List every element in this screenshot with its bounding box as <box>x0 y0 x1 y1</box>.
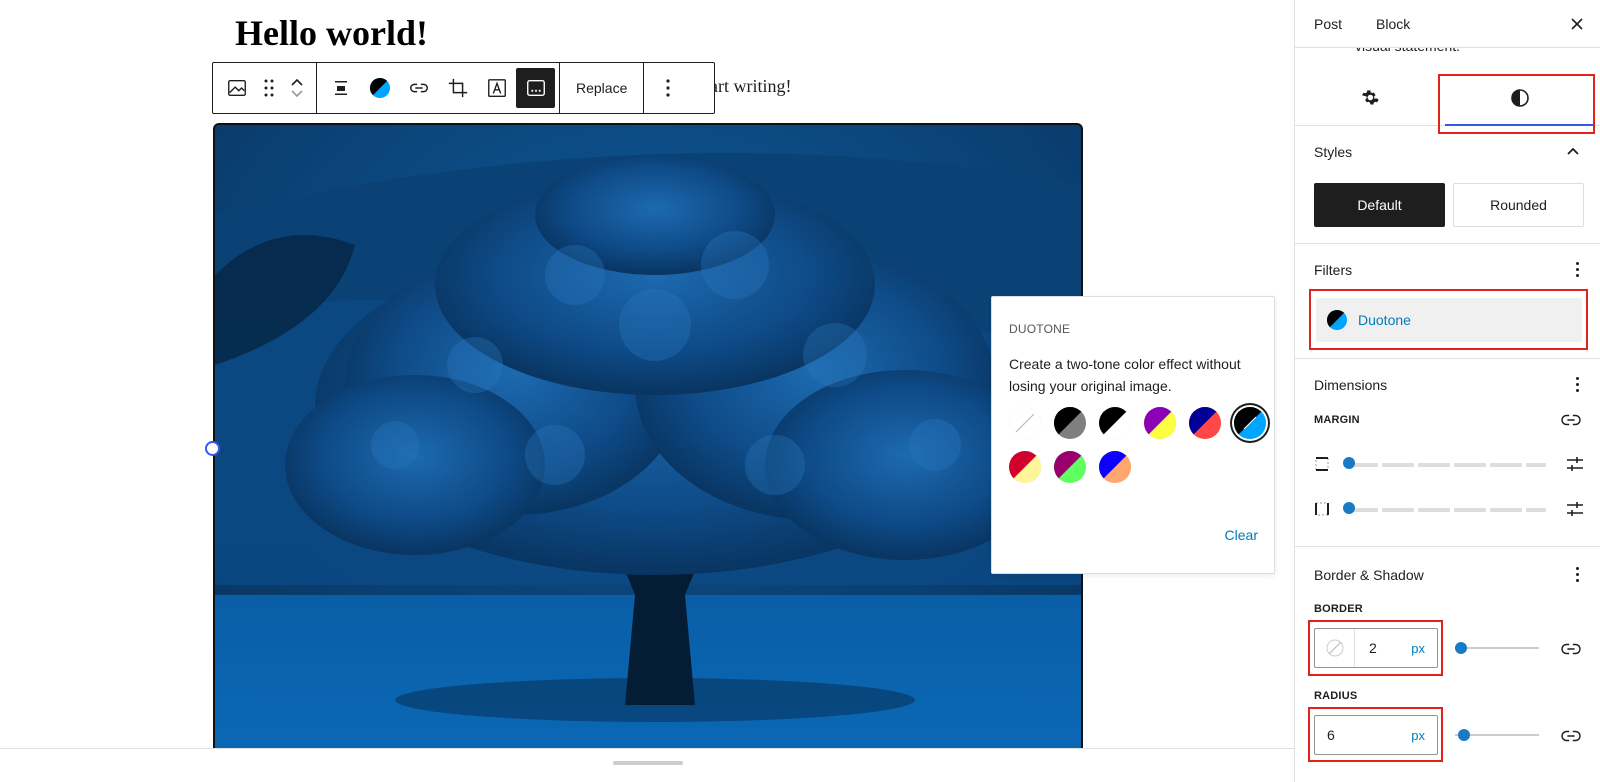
margin-top-custom-icon[interactable] <box>1566 456 1584 472</box>
resize-drag-handle[interactable] <box>613 761 683 765</box>
replace-button[interactable]: Replace <box>564 68 639 108</box>
chevron-up-icon[interactable] <box>1566 146 1580 156</box>
border-link-sides-icon[interactable] <box>1560 640 1582 658</box>
duotone-swatch[interactable] <box>1234 407 1266 439</box>
tab-settings[interactable] <box>1295 70 1445 126</box>
radius-unit[interactable]: px <box>1411 728 1425 743</box>
editor-canvas: Hello world! tart writing! Replace DUOTO… <box>0 0 1294 748</box>
duotone-swatch-icon <box>1327 310 1347 330</box>
margin-bottom-custom-icon[interactable] <box>1566 501 1584 517</box>
block-inspector-tabs <box>1295 70 1600 126</box>
block-toolbar: Replace <box>212 62 715 114</box>
caption-icon[interactable] <box>516 68 555 108</box>
divider <box>1295 358 1600 359</box>
divider <box>1295 546 1600 547</box>
paragraph-block[interactable]: tart writing! <box>705 76 791 97</box>
radius-value: 6 <box>1327 727 1335 743</box>
border-width-slider[interactable] <box>1455 638 1539 658</box>
duotone-description: Create a two-tone color effect without l… <box>1009 356 1241 394</box>
filters-options-icon[interactable] <box>1576 262 1580 280</box>
resize-handle[interactable] <box>205 441 220 456</box>
duotone-swatch[interactable] <box>1054 407 1086 439</box>
margin-label: MARGIN <box>1314 414 1360 426</box>
no-color-icon <box>1326 639 1343 657</box>
contrast-icon <box>1511 89 1529 107</box>
duotone-swatch[interactable] <box>1144 407 1176 439</box>
settings-sidebar: visual statement. Post Block Styles Defa… <box>1294 0 1600 782</box>
move-up-icon[interactable] <box>290 77 304 87</box>
align-icon[interactable] <box>321 68 360 108</box>
tree-image <box>215 125 1081 748</box>
move-down-icon[interactable] <box>290 89 304 99</box>
margin-top-side-icon <box>1315 457 1329 471</box>
link-icon[interactable] <box>399 68 438 108</box>
duotone-swatches <box>1009 407 1269 483</box>
duotone-swatch[interactable] <box>1009 451 1041 483</box>
image-icon[interactable] <box>217 68 256 108</box>
more-options-icon[interactable] <box>648 68 687 108</box>
border-unit[interactable]: px <box>1411 641 1425 656</box>
tab-post[interactable]: Post <box>1314 16 1342 32</box>
unlink-sides-icon[interactable] <box>1560 411 1582 429</box>
styles-panel-title[interactable]: Styles <box>1314 144 1352 160</box>
border-color-button[interactable] <box>1315 629 1355 667</box>
duotone-popover: DUOTONE Create a two-tone color effect w… <box>991 296 1275 574</box>
post-title[interactable]: Hello world! <box>235 12 428 54</box>
border-width-input[interactable]: 2 px <box>1314 628 1438 668</box>
duotone-swatch[interactable] <box>1099 451 1131 483</box>
filters-panel-title: Filters <box>1314 262 1353 278</box>
toolbar-group-tools <box>317 63 560 113</box>
text-overlay-icon[interactable] <box>477 68 516 108</box>
duotone-filter-button[interactable]: Duotone <box>1316 298 1582 342</box>
gear-icon <box>1362 90 1379 105</box>
editor-bottom-bar <box>0 748 1294 782</box>
sidebar-tabs: Post Block <box>1295 0 1600 48</box>
border-width-slider-thumb[interactable] <box>1455 642 1467 654</box>
margin-top-slider-thumb[interactable] <box>1343 457 1355 469</box>
duotone-icon[interactable] <box>360 68 399 108</box>
margin-bottom-side-icon <box>1315 502 1329 516</box>
radius-slider[interactable] <box>1455 725 1539 745</box>
close-icon[interactable] <box>1567 14 1587 34</box>
tab-block[interactable]: Block <box>1376 16 1410 32</box>
block-mover <box>282 66 312 110</box>
border-shadow-panel-title: Border & Shadow <box>1314 567 1424 583</box>
border-label: BORDER <box>1314 603 1363 615</box>
clear-button[interactable]: Clear <box>1225 527 1258 543</box>
image-block[interactable] <box>213 123 1083 748</box>
duotone-swatch-none[interactable] <box>1009 407 1041 439</box>
margin-top-slider[interactable] <box>1346 463 1546 467</box>
duotone-swatch[interactable] <box>1054 451 1086 483</box>
toolbar-group-block <box>213 63 317 113</box>
margin-bottom-row <box>1314 497 1584 521</box>
divider <box>1295 243 1600 244</box>
style-default-button[interactable]: Default <box>1314 183 1445 227</box>
radius-label: RADIUS <box>1314 690 1358 702</box>
toolbar-group-options <box>644 63 691 113</box>
toolbar-group-replace: Replace <box>560 63 645 113</box>
style-rounded-button[interactable]: Rounded <box>1453 183 1584 227</box>
border-width-value: 2 <box>1369 640 1377 656</box>
border-shadow-options-icon[interactable] <box>1576 567 1580 585</box>
duotone-swatch[interactable] <box>1189 407 1221 439</box>
dimensions-options-icon[interactable] <box>1576 377 1580 395</box>
margin-top-row <box>1314 452 1584 476</box>
tab-styles[interactable] <box>1445 70 1595 126</box>
radius-link-corners-icon[interactable] <box>1560 727 1582 745</box>
dimensions-panel-title: Dimensions <box>1314 377 1388 393</box>
margin-bottom-slider-thumb[interactable] <box>1343 502 1355 514</box>
duotone-filter-label: Duotone <box>1358 312 1411 328</box>
duotone-heading: DUOTONE <box>1009 322 1071 336</box>
drag-handle-icon[interactable] <box>256 68 282 108</box>
margin-bottom-slider[interactable] <box>1346 508 1546 512</box>
duotone-swatch[interactable] <box>1099 407 1131 439</box>
radius-slider-thumb[interactable] <box>1458 729 1470 741</box>
radius-input[interactable]: 6 px <box>1314 715 1438 755</box>
crop-icon[interactable] <box>438 68 477 108</box>
